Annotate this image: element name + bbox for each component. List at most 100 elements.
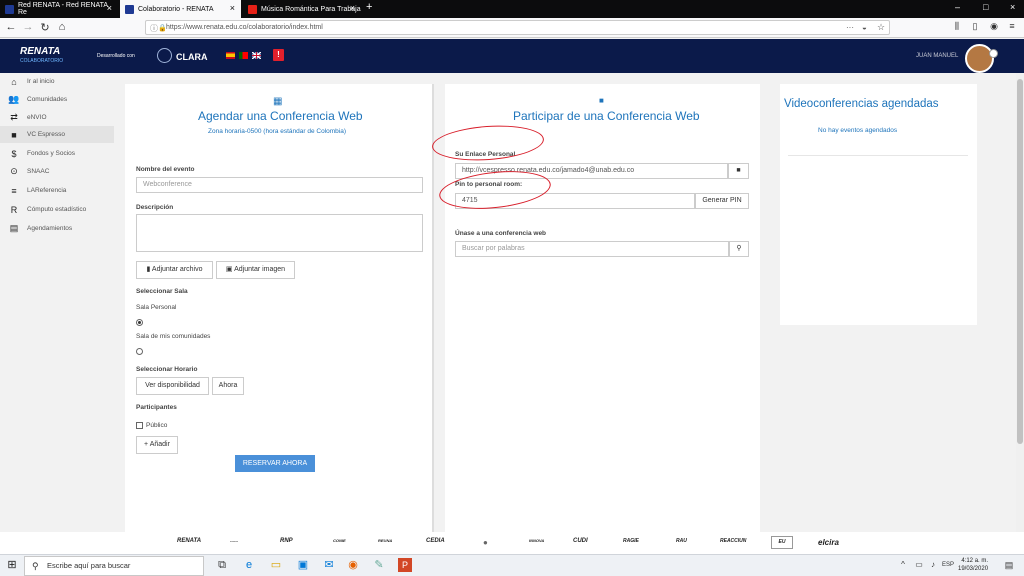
new-tab-button[interactable]: +: [366, 1, 372, 13]
window-close-button[interactable]: ×: [1010, 2, 1015, 12]
browser-tab-active[interactable]: Colaboratorio - RENATA ×: [120, 0, 241, 18]
portuguese-flag-icon[interactable]: [239, 52, 248, 59]
developed-by-text: Desarrollado con: [97, 53, 135, 59]
sidebar-item-vc-espresso[interactable]: ■ VC Espresso: [0, 126, 114, 143]
menu-icon[interactable]: ≡: [1005, 21, 1019, 31]
renata-logo[interactable]: RENATA: [20, 46, 60, 57]
sidebar-item-statistics[interactable]: R Cómputo estadístico: [0, 201, 114, 218]
reload-icon[interactable]: ↻: [38, 21, 52, 34]
scrollbar-thumb[interactable]: [1017, 79, 1023, 444]
globe-icon: [157, 48, 172, 63]
tab-close-icon[interactable]: ×: [107, 3, 112, 13]
lareferencia-icon: ≡: [11, 185, 17, 196]
generate-pin-button[interactable]: Generar PIN: [695, 193, 749, 209]
divider: [788, 155, 968, 156]
sidebar-item-label: Comunidades: [27, 96, 68, 103]
url-bar[interactable]: ⓘ 🔒 https://www.renata.edu.co/colaborato…: [145, 20, 890, 35]
page-actions-icon[interactable]: ···: [846, 23, 854, 32]
sidebar-item-snaac[interactable]: ⊙ SNAAC: [0, 163, 114, 180]
browser-nav-bar: ← → ↻ ⌂ ⓘ 🔒 https://www.renata.edu.co/co…: [0, 18, 1024, 38]
avatar[interactable]: [965, 44, 994, 73]
task-view-icon[interactable]: ⧉: [215, 558, 229, 572]
public-checkbox[interactable]: [136, 422, 143, 429]
footer-logo-cudi: CUDI: [573, 538, 588, 544]
bookmark-star-icon[interactable]: ☆: [877, 22, 885, 33]
reserve-button[interactable]: RESERVAR AHORA: [235, 455, 315, 472]
user-name[interactable]: JUAN MANUEL: [916, 53, 958, 59]
add-participant-button[interactable]: + Añadir: [136, 436, 178, 454]
maximize-button[interactable]: □: [983, 2, 988, 12]
site-header: RENATA COLABORATORIO Desarrollado con CL…: [0, 39, 1024, 73]
battery-icon[interactable]: ▭: [912, 558, 926, 572]
taskbar-clock[interactable]: 4:12 a. m. 19/03/2020: [958, 557, 988, 573]
attach-image-button[interactable]: ▣ Adjuntar imagen: [216, 261, 295, 279]
mail-icon[interactable]: ✉: [322, 558, 336, 572]
account-icon[interactable]: ◉: [987, 21, 1001, 32]
footer-logo-rau: RAU: [676, 538, 687, 544]
browser-tab[interactable]: Red RENATA - Red RENATA Re ×: [0, 0, 118, 18]
language-indicator[interactable]: ESP: [942, 562, 954, 568]
powerpoint-icon[interactable]: P: [398, 558, 412, 572]
no-events-text: No hay eventos agendados: [818, 127, 898, 134]
tab-close-icon[interactable]: ×: [350, 3, 355, 13]
back-icon[interactable]: ←: [4, 21, 18, 33]
image-icon: ▣: [225, 266, 235, 273]
sidebar-item-funds[interactable]: $ Fondos y Socios: [0, 145, 114, 162]
conference-search-input[interactable]: Buscar por palabras: [455, 241, 729, 257]
sidebar-toggle-icon[interactable]: ▯: [968, 21, 982, 32]
attach-file-button[interactable]: ▮ Adjuntar archivo: [136, 261, 213, 279]
app-icon[interactable]: ✎: [372, 558, 386, 572]
room-personal-radio[interactable]: [136, 319, 143, 326]
notifications-icon[interactable]: ▤: [1002, 558, 1016, 572]
edge-icon[interactable]: e: [242, 558, 256, 572]
scheduled-panel: [780, 84, 977, 325]
room-communities-radio[interactable]: [136, 348, 143, 355]
url-text: https://www.renata.edu.co/colaboratorio/…: [166, 24, 323, 31]
renata-favicon-icon: [5, 4, 14, 14]
page-scrollbar[interactable]: [1016, 73, 1024, 532]
windows-start-icon[interactable]: ⊞: [5, 558, 19, 572]
exchange-icon: ⇄: [10, 112, 18, 122]
search-icon[interactable]: ⚲: [729, 241, 749, 257]
sidebar-item-label: Agendamientos: [27, 225, 73, 232]
tab-close-icon[interactable]: ×: [230, 3, 235, 13]
browser-tab[interactable]: Música Romántica Para Trabaja ×: [243, 0, 361, 18]
sidebar-item-lareferencia[interactable]: ≡ LAReferencia: [0, 182, 114, 199]
sidebar-item-envio[interactable]: ⇄ eNVIO: [0, 109, 114, 126]
footer-logo-eu: EU: [771, 536, 793, 549]
clock-time: 4:12 a. m.: [961, 558, 989, 564]
now-button[interactable]: Ahora: [212, 377, 244, 395]
forward-icon[interactable]: →: [21, 21, 35, 33]
english-flag-icon[interactable]: [251, 51, 262, 60]
sidebar-item-label: SNAAC: [27, 168, 50, 175]
description-textarea[interactable]: [136, 214, 423, 252]
alert-button[interactable]: !: [273, 49, 284, 61]
tray-chevron-icon[interactable]: ^: [896, 558, 910, 572]
library-icon[interactable]: ⫼: [950, 21, 964, 32]
sidebar-item-label: LAReferencia: [27, 187, 67, 194]
search-icon: ⚲: [32, 561, 39, 571]
minimize-button[interactable]: –: [955, 2, 960, 12]
store-icon[interactable]: ▣: [296, 558, 310, 572]
taskbar-search-input[interactable]: ⚲ Escribe aquí para buscar: [24, 556, 204, 576]
schedule-title: Agendar una Conferencia Web: [198, 109, 363, 123]
info-icon[interactable]: ⓘ: [150, 23, 158, 34]
tab-label: Música Romántica Para Trabaja: [261, 5, 361, 13]
calendar-icon: ▤: [9, 223, 19, 233]
snaac-icon: ⊙: [10, 166, 18, 176]
firefox-icon[interactable]: ◉: [346, 558, 360, 572]
file-explorer-icon[interactable]: ▭: [269, 558, 283, 572]
sidebar-item-home[interactable]: ⌂ Ir al inicio: [0, 73, 114, 90]
home-icon[interactable]: ⌂: [55, 21, 69, 33]
footer-logo: REACCIUN: [720, 538, 747, 544]
sidebar-item-communities[interactable]: 👥 Comunidades: [0, 91, 114, 108]
sidebar-item-schedules[interactable]: ▤ Agendamientos: [0, 220, 114, 237]
pocket-icon[interactable]: ◒: [862, 23, 867, 32]
video-camera-button[interactable]: ■: [728, 163, 749, 179]
event-name-input[interactable]: Webconference: [136, 177, 423, 193]
money-icon: $: [11, 148, 17, 159]
availability-button[interactable]: Ver disponibilidad: [136, 377, 209, 395]
spanish-flag-icon[interactable]: [226, 52, 235, 59]
volume-icon[interactable]: ♪: [926, 558, 940, 572]
timezone-text: Zona horaria-0500 (hora estándar de Colo…: [208, 128, 347, 135]
